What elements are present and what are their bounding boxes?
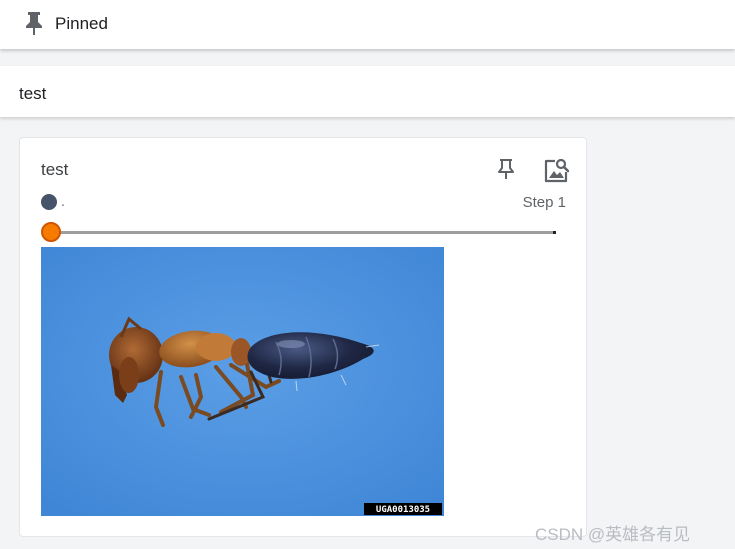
image-search-icon — [544, 158, 570, 183]
run-color-dot — [41, 194, 57, 210]
step-label: Step 1 — [522, 194, 566, 211]
slider-track-end — [553, 231, 556, 234]
ant-photo: UGA0013035 — [41, 247, 444, 516]
pin-card-button[interactable] — [497, 158, 515, 180]
group-label: test — [19, 84, 47, 103]
image-search-button[interactable] — [542, 156, 570, 184]
image-tag: UGA0013035 — [376, 505, 430, 515]
sample-image: UGA0013035 — [41, 247, 444, 516]
card-title: test — [41, 160, 69, 179]
pin-outline-icon — [498, 159, 514, 179]
step-slider[interactable] — [41, 222, 557, 244]
pin-icon — [24, 11, 44, 35]
pinned-label: Pinned — [55, 14, 108, 33]
group-header[interactable]: test — [0, 66, 735, 117]
pinned-header: Pinned — [0, 0, 735, 49]
slider-thumb[interactable] — [41, 222, 61, 242]
run-name: . — [61, 193, 65, 209]
footer-watermark: CSDN @英雄各有见 — [535, 525, 691, 544]
slider-track[interactable] — [49, 231, 555, 234]
image-card: test . Step 1 UGA0013035 — [19, 137, 587, 537]
